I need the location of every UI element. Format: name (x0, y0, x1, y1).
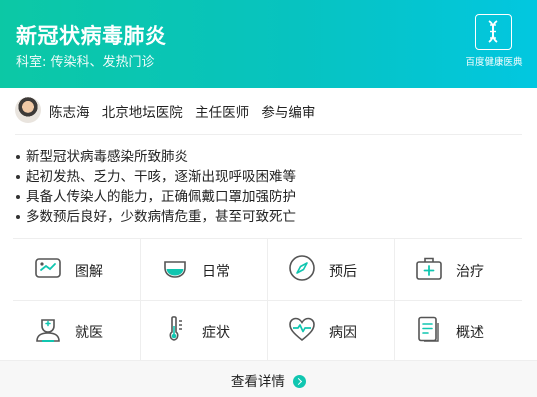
compass-icon (287, 253, 317, 283)
doctor-role: 参与编审 (261, 105, 316, 121)
list-item: 新型冠状病毒感染所致肺炎 (15, 147, 522, 167)
image-icon (33, 253, 63, 283)
grid-item-overview[interactable]: 概述 (394, 300, 521, 361)
grid-item-symptoms[interactable]: 症状 (140, 300, 267, 361)
grid-item-daily[interactable]: 日常 (140, 239, 267, 300)
doctor-name[interactable]: 陈志海 (49, 105, 90, 121)
doctor-title: 主任医师 (195, 105, 250, 121)
disease-title[interactable]: 新冠状病毒肺炎 (16, 20, 167, 50)
disease-card: 新冠状病毒肺炎 科室: 传染科、发热门诊 百度健康医典 陈志海 北京地坛医院 主… (0, 0, 537, 397)
summary-list: 新型冠状病毒感染所致肺炎 起初发热、乏力、干咳，逐渐出现呼吸困难等 具备人传染人… (15, 147, 522, 227)
view-details-button[interactable]: 查看详情 (0, 360, 537, 397)
grid-item-label: 日常 (202, 264, 230, 280)
logo-text: 百度健康医典 (465, 57, 523, 68)
department-text: 科室: 传染科、发热门诊 (16, 55, 155, 70)
grid-item-label: 图解 (75, 264, 103, 280)
grid-item-label: 概述 (456, 325, 484, 341)
grid-item-label: 治疗 (456, 264, 484, 280)
grid-item-cause[interactable]: 病因 (267, 300, 394, 361)
topic-grid: 图解 日常 预后 治疗 就医 症状 病因 概述 (13, 238, 522, 361)
doctor-text: 陈志海 北京地坛医院 主任医师 参与编审 (49, 101, 323, 121)
grid-item-label: 症状 (202, 325, 230, 341)
cup-icon (160, 253, 190, 283)
grid-item-prognosis[interactable]: 预后 (267, 239, 394, 300)
list-item: 起初发热、乏力、干咳，逐渐出现呼吸困难等 (15, 167, 522, 187)
list-item: 具备人传染人的能力，正确佩戴口罩加强防护 (15, 187, 522, 207)
list-item: 多数预后良好，少数病情危重，甚至可致死亡 (15, 207, 522, 227)
grid-item-label: 就医 (75, 325, 103, 341)
document-icon (414, 314, 444, 344)
chevron-right-icon (293, 375, 307, 388)
medical-kit-icon (414, 253, 444, 283)
grid-item-label: 预后 (329, 264, 357, 280)
grid-item-label: 病因 (329, 325, 357, 341)
doctor-icon (33, 314, 63, 344)
thermometer-icon (160, 314, 190, 344)
heartbeat-icon (287, 314, 317, 344)
divider (15, 134, 522, 135)
doctor-info[interactable]: 陈志海 北京地坛医院 主任医师 参与编审 (15, 97, 525, 123)
view-details-content[interactable]: 查看详情 (230, 370, 307, 390)
view-details-label: 查看详情 (230, 374, 285, 390)
dna-book-icon (475, 14, 512, 50)
grid-item-treatment[interactable]: 治疗 (394, 239, 521, 300)
grid-item-illustration[interactable]: 图解 (13, 239, 140, 300)
baidu-health-logo[interactable]: 百度健康医典 (465, 14, 523, 72)
grid-item-visit-doctor[interactable]: 就医 (13, 300, 140, 361)
card-header[interactable]: 新冠状病毒肺炎 科室: 传染科、发热门诊 百度健康医典 (0, 0, 537, 88)
doctor-hospital: 北京地坛医院 (101, 105, 183, 121)
avatar[interactable] (15, 97, 41, 123)
